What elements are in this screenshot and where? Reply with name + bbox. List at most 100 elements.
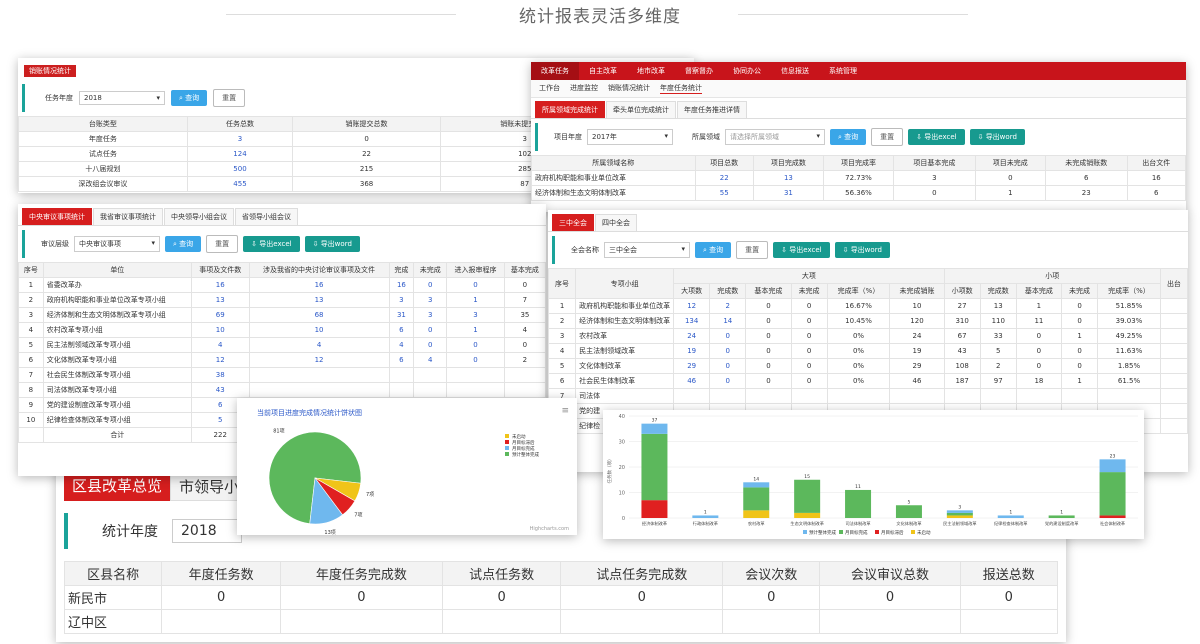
table-cell[interactable]: 3 [413,307,448,323]
stats-tab[interactable]: 年度任务推进详情 [677,101,747,118]
bar-segment[interactable] [641,500,668,518]
review-tab[interactable]: 省领导小组会议 [235,208,298,225]
table-cell[interactable]: 3 [186,131,294,147]
table-cell[interactable]: 0 [413,277,448,293]
table-cell[interactable]: 6 [388,322,415,338]
table-cell[interactable]: 3 [446,307,505,323]
table-cell[interactable]: 12 [248,352,390,368]
bar-segment[interactable] [1099,472,1126,516]
bar-segment[interactable] [743,510,770,518]
legend-label[interactable]: 月目标滞后 [881,529,904,536]
table-cell[interactable]: 55 [694,185,754,201]
table-cell[interactable]: 46 [673,373,711,389]
table-cell[interactable] [709,388,747,404]
legend-label[interactable]: 月目标完成 [512,445,535,452]
export-excel-button[interactable]: ⇩ 导出excel [243,236,300,252]
table-cell[interactable]: 13 [190,292,250,308]
stat-year-select[interactable]: 2018 [172,519,242,543]
table-cell[interactable]: 2 [709,298,747,314]
table-cell[interactable]: 16 [388,277,415,293]
task-year-select[interactable]: 2018 ▾ [79,91,165,105]
export-excel-button[interactable]: ⇩ 导出excel [908,129,965,145]
table-cell[interactable] [446,367,505,383]
stats-tab[interactable]: 牵头单位完成统计 [606,101,676,118]
table-cell[interactable]: 14 [709,313,747,329]
table-cell[interactable] [446,382,505,398]
table-cell[interactable]: 1 [446,292,505,308]
table-cell[interactable]: 12 [673,298,711,314]
export-word-button[interactable]: ⇩ 导出word [834,242,890,258]
table-cell[interactable]: 3 [388,292,415,308]
table-cell[interactable]: 3 [413,292,448,308]
table-cell[interactable]: 4 [413,352,448,368]
table-cell[interactable]: 12 [190,352,250,368]
plenum-tab[interactable]: 四中全会 [595,214,637,231]
bar-segment[interactable] [1099,515,1126,518]
plenum-select[interactable]: 三中全会 ▾ [604,242,690,258]
nav-item[interactable]: 地市改革 [627,66,675,76]
export-excel-button[interactable]: ⇩ 导出excel [773,242,830,258]
table-cell[interactable]: 0 [709,358,747,374]
table-cell[interactable]: 31 [388,307,415,323]
table-cell[interactable] [388,382,415,398]
table-cell[interactable]: 124 [186,146,294,162]
subtab-item[interactable]: 销账情况统计 [608,83,650,94]
table-cell[interactable]: 31 [752,185,824,201]
subtab-item[interactable]: 工作台 [539,83,560,94]
table-cell[interactable]: 69 [190,307,250,323]
plenum-tab[interactable]: 三中全会 [552,214,594,231]
table-cell[interactable]: 0 [413,337,448,353]
reset-button[interactable]: 重置 [871,128,904,146]
stats-tab[interactable]: 所属领域完成统计 [535,101,605,118]
table-cell[interactable]: 22 [694,170,754,186]
bar-segment[interactable] [641,423,668,434]
table-cell[interactable]: 1 [446,322,505,338]
table-cell[interactable]: 0 [413,322,448,338]
table-cell[interactable]: 0 [709,328,747,344]
nav-item[interactable]: 改革任务 [531,62,579,80]
table-cell[interactable]: 4 [388,337,415,353]
legend-label[interactable]: 未启动 [917,529,931,536]
legend-label[interactable]: 月目标滞后 [512,439,535,446]
bar-segment[interactable] [743,487,770,511]
table-cell[interactable]: 16 [248,277,390,293]
bar-segment[interactable] [743,482,770,488]
bar-segment[interactable] [997,515,1024,518]
legend-label[interactable]: 未启动 [512,433,526,440]
reset-button[interactable]: 重置 [213,89,246,107]
table-cell[interactable]: 4 [190,337,250,353]
nav-item[interactable]: 信息报送 [771,66,819,76]
bar-segment[interactable] [845,489,872,518]
legend-label[interactable]: 预计整体完成 [809,529,836,536]
table-cell[interactable] [388,367,415,383]
table-cell[interactable]: 13 [248,292,390,308]
table-cell[interactable]: 16 [190,277,250,293]
table-cell[interactable]: 134 [673,313,711,329]
table-cell[interactable] [413,382,448,398]
table-cell[interactable]: 0 [446,277,505,293]
subtab-item[interactable]: 进度监控 [570,83,598,94]
table-cell[interactable]: 13 [752,170,824,186]
review-tab[interactable]: 中央领导小组会议 [164,208,234,225]
bar-segment[interactable] [895,505,922,518]
query-button[interactable]: ⌕ 查询 [695,242,732,258]
table-cell[interactable]: 38 [190,367,250,383]
table-cell[interactable]: 500 [186,161,294,177]
writeoff-tag[interactable]: 销账情况统计 [24,65,76,77]
bar-segment[interactable] [794,479,821,513]
table-cell[interactable] [413,367,448,383]
bar-segment[interactable] [692,515,719,518]
legend-label[interactable]: 预计整体完成 [512,451,539,458]
table-cell[interactable]: 0 [446,352,505,368]
nav-item[interactable]: 督察督办 [675,66,723,76]
table-cell[interactable]: 0 [709,343,747,359]
table-cell[interactable]: 10 [190,322,250,338]
nav-item[interactable]: 自主改革 [579,66,627,76]
table-cell[interactable]: 10 [248,322,390,338]
bar-segment[interactable] [946,512,973,516]
table-cell[interactable]: 68 [248,307,390,323]
nav-item[interactable]: 系统管理 [819,66,867,76]
query-button[interactable]: ⌕ 查询 [165,236,202,252]
bar-segment[interactable] [641,433,668,501]
review-tab[interactable]: 我省审议事项统计 [93,208,163,225]
